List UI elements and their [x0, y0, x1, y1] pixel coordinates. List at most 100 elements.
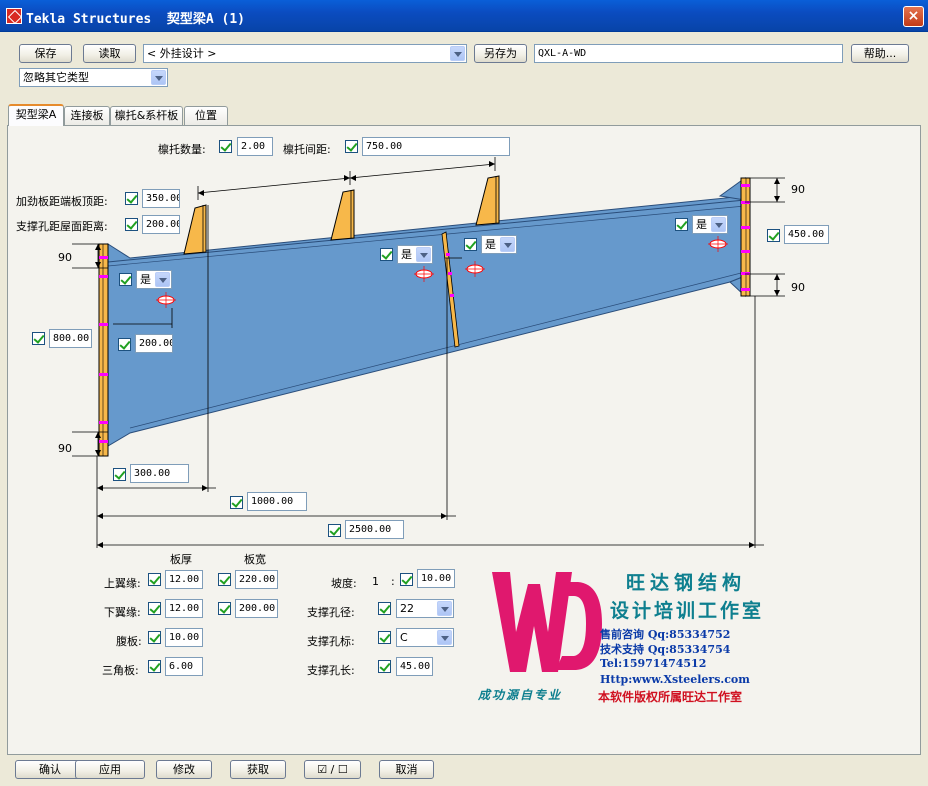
- chevron-down-icon[interactable]: [416, 247, 431, 262]
- hole2-select[interactable]: 是: [397, 245, 433, 264]
- hole1-select[interactable]: 是: [136, 270, 172, 289]
- hole2-checkbox[interactable]: [380, 248, 393, 261]
- hole2-value: 是: [401, 248, 412, 261]
- hole4-checkbox[interactable]: [675, 218, 688, 231]
- hole3-select[interactable]: 是: [481, 235, 517, 254]
- dim-bottom-right-label: 90: [791, 281, 805, 294]
- slope-input[interactable]: 10.00: [417, 569, 455, 588]
- hole-offset-input[interactable]: 200.00: [135, 334, 173, 353]
- brace-hole-dist-input[interactable]: 200.00: [142, 215, 180, 234]
- hole1-value: 是: [140, 273, 151, 286]
- wd-logo-graphic: [492, 572, 602, 672]
- bottom-flange-w-checkbox[interactable]: [218, 602, 231, 615]
- wedge-beam-diagram: [72, 157, 785, 548]
- watermark-slogan: 成功源自专业: [478, 688, 563, 702]
- len-1000-checkbox[interactable]: [230, 496, 243, 509]
- hole-offset-checkbox[interactable]: [118, 338, 131, 351]
- dim-top-right-label: 90: [791, 183, 805, 196]
- brace-hole-dist-label: 支撑孔距屋面距离:: [16, 220, 108, 233]
- purlin-count-checkbox[interactable]: [219, 140, 232, 153]
- purlin-cleat-2: [330, 189, 355, 241]
- len-300-input[interactable]: 300.00: [130, 464, 189, 483]
- hole-std-select[interactable]: C: [396, 628, 454, 647]
- hole-std-checkbox[interactable]: [378, 631, 391, 644]
- chevron-down-icon[interactable]: [437, 630, 452, 645]
- triangle-label: 三角板:: [102, 664, 139, 677]
- purlin-cleat-3: [475, 175, 500, 226]
- brace-hole-dist-checkbox[interactable]: [125, 218, 138, 231]
- hole-len-checkbox[interactable]: [378, 660, 391, 673]
- web-t-checkbox[interactable]: [148, 631, 161, 644]
- len-1000-input[interactable]: 1000.00: [247, 492, 307, 511]
- purlin-count-label: 檩托数量:: [158, 143, 206, 156]
- chevron-down-icon[interactable]: [711, 217, 726, 232]
- modify-button[interactable]: 修改: [156, 760, 212, 779]
- hole3-value: 是: [485, 238, 496, 251]
- top-flange-t-input[interactable]: 12.00: [165, 570, 203, 589]
- hole-dia-checkbox[interactable]: [378, 602, 391, 615]
- stiffener-dist-label: 加劲板距端板顶距:: [16, 195, 108, 208]
- slope-checkbox[interactable]: [400, 573, 413, 586]
- slope-label: 坡度:: [331, 577, 357, 590]
- watermark-web: Http:www.Xsteelers.com: [600, 673, 750, 686]
- hole-len-label: 支撑孔长:: [307, 664, 355, 677]
- watermark-name1: 旺达钢结构: [626, 572, 747, 594]
- toggle-all-button[interactable]: ☑ / ☐: [304, 760, 361, 779]
- right-height-checkbox[interactable]: [767, 229, 780, 242]
- web-label: 腹板:: [116, 635, 142, 648]
- watermark-qq1: 售前咨询 Qq:85334752: [600, 628, 731, 641]
- get-button[interactable]: 获取: [230, 760, 286, 779]
- triangle-t-checkbox[interactable]: [148, 660, 161, 673]
- chevron-down-icon[interactable]: [437, 601, 452, 616]
- purlin-spacing-label: 檩托间距:: [283, 143, 331, 156]
- hole1-checkbox[interactable]: [119, 273, 132, 286]
- bottom-flange-w-input[interactable]: 200.00: [235, 599, 278, 618]
- len-2500-checkbox[interactable]: [328, 524, 341, 537]
- bottom-flange-t-checkbox[interactable]: [148, 602, 161, 615]
- len-2500-input[interactable]: 2500.00: [345, 520, 404, 539]
- top-flange-label: 上翼缘:: [104, 577, 141, 590]
- wd-logo: [486, 564, 604, 682]
- top-flange-w-input[interactable]: 220.00: [235, 570, 278, 589]
- tab-wedge-beam[interactable]: 契型梁A: [8, 104, 64, 126]
- apply-button[interactable]: 应用: [75, 760, 145, 779]
- len-300-checkbox[interactable]: [113, 468, 126, 481]
- hole-dia-label: 支撑孔径:: [307, 606, 355, 619]
- cancel-button[interactable]: 取消: [379, 760, 434, 779]
- watermark-copyright: 本软件版权所属旺达工作室: [598, 690, 743, 704]
- triangle-t-input[interactable]: 6.00: [165, 657, 203, 676]
- purlin-spacing-checkbox[interactable]: [345, 140, 358, 153]
- slope-colon: :: [391, 575, 395, 588]
- stiffener-dist-input[interactable]: 350.00: [142, 189, 180, 208]
- top-flange-t-checkbox[interactable]: [148, 573, 161, 586]
- dim-bottom-left-label: 90: [58, 442, 72, 455]
- hole3-checkbox[interactable]: [464, 238, 477, 251]
- stiffener-dist-checkbox[interactable]: [125, 192, 138, 205]
- dim-top-left-label: 90: [58, 251, 72, 264]
- watermark-name2: 设计培训工作室: [610, 600, 765, 622]
- hole4-select[interactable]: 是: [692, 215, 728, 234]
- chevron-down-icon[interactable]: [500, 237, 515, 252]
- web-t-input[interactable]: 10.00: [165, 628, 203, 647]
- hole-dia-select[interactable]: 22: [396, 599, 454, 618]
- watermark-tel: Tel:15971474512: [600, 657, 707, 670]
- left-height-input[interactable]: 800.00: [49, 329, 92, 348]
- top-flange-w-checkbox[interactable]: [218, 573, 231, 586]
- hole-std-label: 支撑孔标:: [307, 635, 355, 648]
- thickness-header: 板厚: [170, 553, 192, 566]
- hole4-value: 是: [696, 218, 707, 231]
- bottom-flange-t-input[interactable]: 12.00: [165, 599, 203, 618]
- width-header: 板宽: [244, 553, 266, 566]
- hole-len-input[interactable]: 45.00: [396, 657, 433, 676]
- watermark-qq2: 技术支持 Qq:85334754: [600, 643, 731, 656]
- hole-dia-value: 22: [400, 602, 414, 615]
- slope-ratio: 1: [372, 575, 379, 588]
- chevron-down-icon[interactable]: [155, 272, 170, 287]
- left-height-checkbox[interactable]: [32, 332, 45, 345]
- purlin-count-input[interactable]: 2.00: [237, 137, 273, 156]
- right-height-input[interactable]: 450.00: [784, 225, 829, 244]
- right-end-plate: [740, 177, 751, 297]
- purlin-spacing-input[interactable]: 750.00: [362, 137, 510, 156]
- bottom-flange-label: 下翼缘:: [104, 606, 141, 619]
- hole-std-value: C: [400, 631, 408, 644]
